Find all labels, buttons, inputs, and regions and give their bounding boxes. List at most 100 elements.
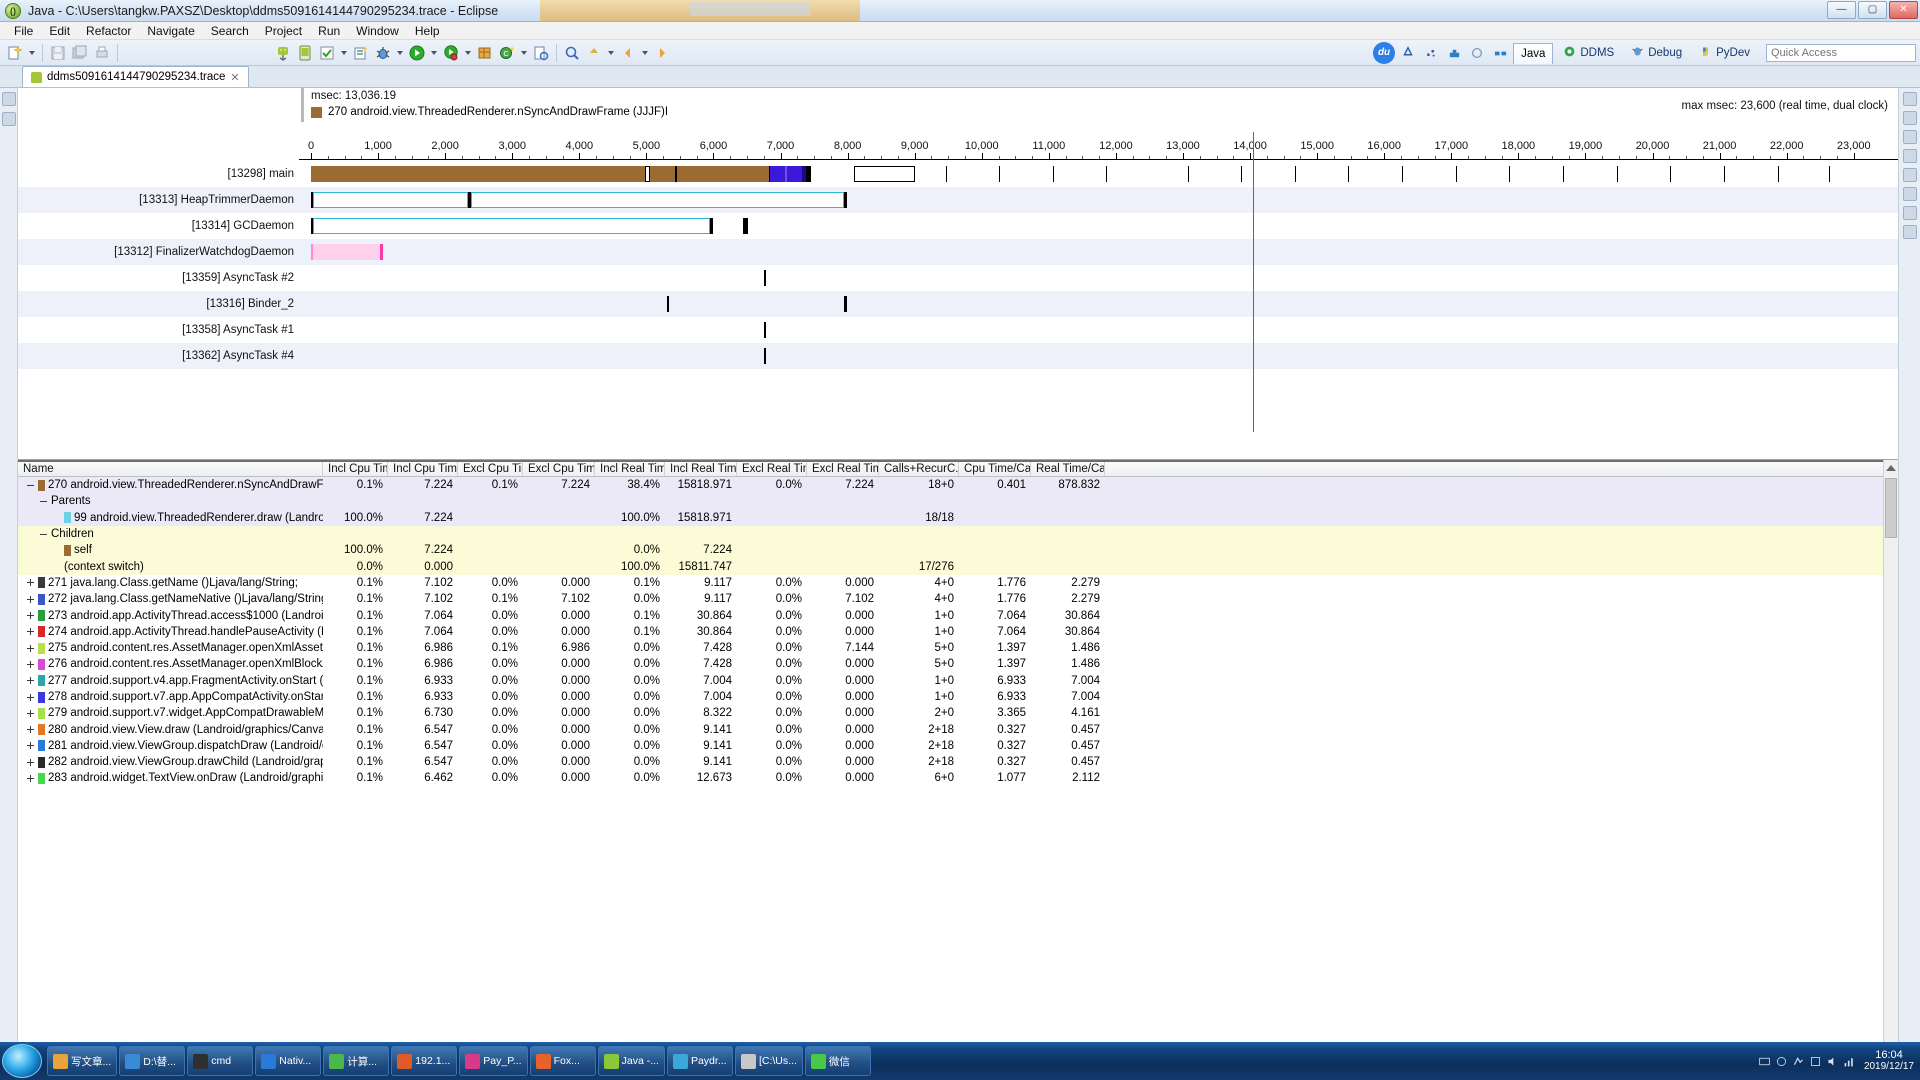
menu-item-run[interactable]: Run xyxy=(310,23,348,39)
maximize-view-icon[interactable] xyxy=(1902,111,1917,125)
table-column-header[interactable]: Calls+RecurC... xyxy=(879,462,959,476)
table-row[interactable]: 282 android.view.ViewGroup.drawChild (La… xyxy=(18,754,1898,770)
minimize-button[interactable]: — xyxy=(1827,1,1856,19)
taskbar-item[interactable]: 微信 xyxy=(804,1046,871,1076)
perspective-tab-java[interactable]: Java xyxy=(1513,42,1554,64)
android-avd-manager-icon[interactable] xyxy=(295,43,315,63)
print-icon[interactable] xyxy=(92,43,112,63)
timeline-bar[interactable] xyxy=(1348,166,1350,182)
collapse-icon[interactable] xyxy=(39,497,48,506)
timeline-bar[interactable] xyxy=(1052,166,1054,182)
timeline-bar[interactable] xyxy=(312,244,381,260)
timeline-thread-row[interactable]: [13316] Binder_2 xyxy=(18,291,1898,317)
table-row[interactable]: 278 android.support.v7.app.AppCompatActi… xyxy=(18,689,1898,705)
expand-icon[interactable] xyxy=(26,741,35,750)
timeline-thread-row[interactable]: [13298] main xyxy=(18,161,1898,187)
open-type-icon[interactable] xyxy=(531,43,551,63)
table-column-header[interactable]: Excl Real Tim... xyxy=(737,462,807,476)
table-column-header[interactable]: Excl Cpu Time xyxy=(523,462,595,476)
scrollbar-thumb[interactable] xyxy=(1885,478,1897,538)
table-row[interactable]: 280 android.view.View.draw (Landroid/gra… xyxy=(18,721,1898,737)
expand-icon[interactable] xyxy=(26,774,35,783)
table-row[interactable]: 99 android.view.ThreadedRenderer.draw (L… xyxy=(18,509,1898,526)
expand-icon[interactable] xyxy=(26,725,35,734)
expand-icon[interactable] xyxy=(26,758,35,767)
timeline-bar[interactable] xyxy=(1187,166,1189,182)
expand-icon[interactable] xyxy=(26,595,35,604)
android-sdk-manager-icon[interactable] xyxy=(273,43,293,63)
timeline-thread-lane[interactable] xyxy=(299,161,1898,187)
timeline-bar[interactable] xyxy=(1241,166,1243,182)
restore-devices-icon[interactable] xyxy=(1902,168,1917,182)
collapse-icon[interactable] xyxy=(26,481,35,490)
run-dropdown-icon[interactable] xyxy=(431,50,437,55)
timeline-bar[interactable] xyxy=(999,166,1001,182)
table-row[interactable]: 274 android.app.ActivityThread.handlePau… xyxy=(18,624,1898,640)
timeline-bar[interactable] xyxy=(312,192,468,208)
table-column-header[interactable]: Incl Real Tim... xyxy=(595,462,665,476)
timeline-bar[interactable] xyxy=(844,296,847,312)
save-all-icon[interactable] xyxy=(70,43,90,63)
timeline-bar[interactable] xyxy=(770,166,786,182)
taskbar-item[interactable]: Nativ... xyxy=(255,1046,322,1076)
table-row[interactable]: 272 java.lang.Class.getNameNative ()Ljav… xyxy=(18,591,1898,607)
scroll-up-arrow-icon[interactable] xyxy=(1886,465,1896,471)
restore-views-icon[interactable] xyxy=(1490,43,1510,63)
timeline-bar[interactable] xyxy=(742,218,748,234)
quick-access-input[interactable] xyxy=(1766,44,1916,62)
run-coverage-icon[interactable] xyxy=(441,43,461,63)
restore-emulator-icon[interactable] xyxy=(1902,187,1917,201)
timeline-thread-lane[interactable] xyxy=(299,343,1898,369)
refresh-icon[interactable] xyxy=(1467,43,1487,63)
timeline-bar[interactable] xyxy=(1777,166,1779,182)
timeline-bar[interactable] xyxy=(1563,166,1564,182)
close-button[interactable]: ✕ xyxy=(1889,1,1918,19)
perspective-tab-pydev[interactable]: PyDev xyxy=(1692,43,1757,64)
timeline-thread-row[interactable]: [13312] FinalizerWatchdogDaemon xyxy=(18,239,1898,265)
timeline-bar[interactable] xyxy=(1106,166,1108,182)
menu-item-refactor[interactable]: Refactor xyxy=(78,23,139,39)
table-row[interactable]: 279 android.support.v7.widget.AppCompatD… xyxy=(18,705,1898,721)
timeline-bar[interactable] xyxy=(666,296,670,312)
editor-tab-trace[interactable]: ddms5091614144790295234.trace ✕ xyxy=(22,66,249,87)
taskbar-item[interactable]: Fox... xyxy=(529,1046,596,1076)
timeline-thread-row[interactable]: [13313] HeapTrimmerDaemon xyxy=(18,187,1898,213)
table-row[interactable]: Children xyxy=(18,525,1898,543)
timeline-thread-row[interactable]: [13314] GCDaemon xyxy=(18,213,1898,239)
timeline-thread-row[interactable]: [13362] AsyncTask #4 xyxy=(18,343,1898,369)
timeline-bar[interactable] xyxy=(1402,166,1404,182)
new-wizard-icon[interactable] xyxy=(5,43,25,63)
new-java-package-icon[interactable] xyxy=(475,43,495,63)
tray-icon-3[interactable] xyxy=(1792,1055,1805,1068)
taskbar-item[interactable]: D:\替... xyxy=(119,1046,186,1076)
timeline-bar[interactable] xyxy=(710,218,713,234)
taskbar-item[interactable]: 计算... xyxy=(323,1046,390,1076)
editor-tab-close-icon[interactable]: ✕ xyxy=(230,71,239,84)
new-class-dropdown-icon[interactable] xyxy=(521,50,527,55)
table-row[interactable]: 275 android.content.res.AssetManager.ope… xyxy=(18,640,1898,656)
timeline-thread-lane[interactable] xyxy=(299,291,1898,317)
baidu-logo-icon[interactable]: du xyxy=(1373,42,1396,64)
restore-outline-view-icon[interactable] xyxy=(1902,149,1917,163)
expand-icon[interactable] xyxy=(26,709,35,718)
expand-icon[interactable] xyxy=(26,578,35,587)
table-row[interactable]: 273 android.app.ActivityThread.access$10… xyxy=(18,607,1898,623)
table-column-header[interactable]: Name xyxy=(18,462,323,476)
timeline-bar[interactable] xyxy=(853,166,916,182)
new-wizard-dropdown-icon[interactable] xyxy=(29,50,35,55)
restore-package-explorer-icon[interactable] xyxy=(1,92,16,106)
timeline-bar[interactable] xyxy=(1509,166,1511,182)
menu-item-help[interactable]: Help xyxy=(407,23,448,39)
new-class-icon[interactable]: C xyxy=(497,43,517,63)
run-icon[interactable] xyxy=(407,43,427,63)
expand-icon[interactable] xyxy=(26,627,35,636)
table-row[interactable]: 270 android.view.ThreadedRenderer.nSyncA… xyxy=(18,477,1898,494)
menu-item-file[interactable]: File xyxy=(6,23,41,39)
forward-icon[interactable] xyxy=(652,43,672,63)
table-column-header[interactable]: Excl Real Time xyxy=(807,462,879,476)
table-row[interactable]: self 100.0% 7.224 0.0% 7.224 xyxy=(18,542,1898,559)
timeline-bar[interactable] xyxy=(1828,166,1830,182)
menu-item-window[interactable]: Window xyxy=(348,23,407,39)
timeline-bar[interactable] xyxy=(1616,166,1618,182)
timeline-thread-lane[interactable] xyxy=(299,187,1898,213)
